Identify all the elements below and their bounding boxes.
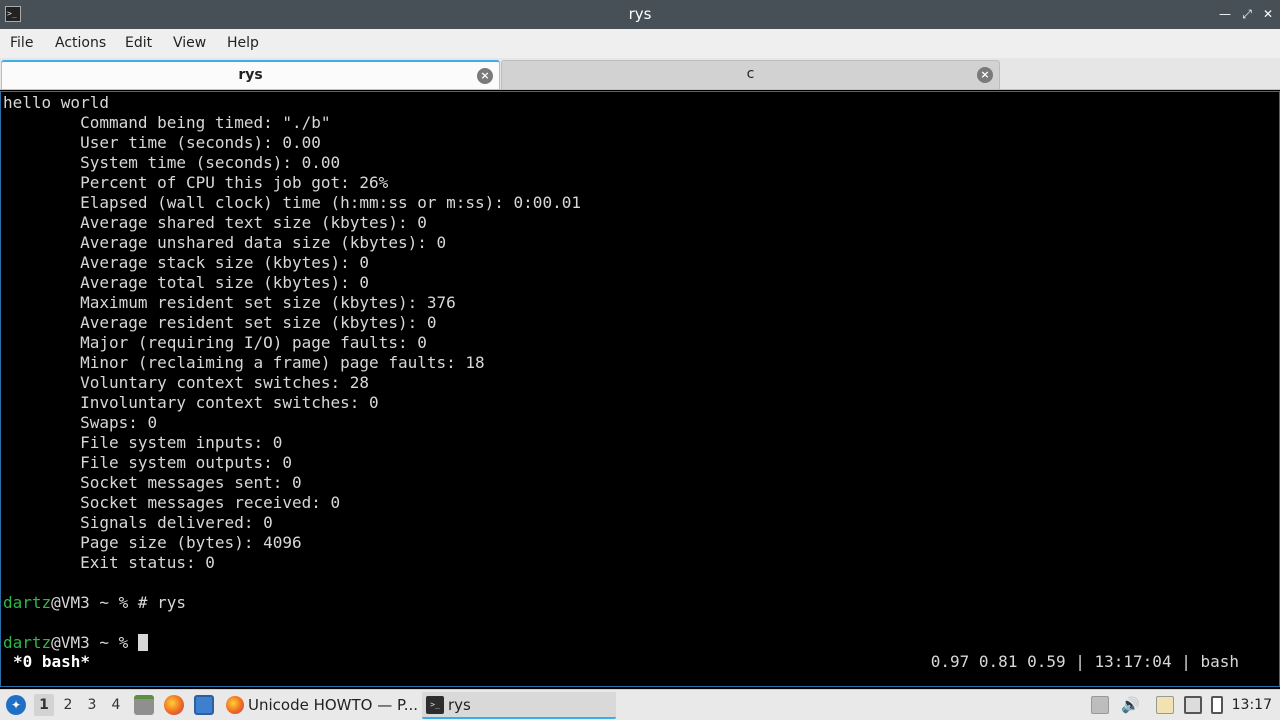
terminal-line: hello world [3, 93, 109, 112]
desktop-2[interactable]: 2 [58, 694, 78, 716]
status-load-clock: 0.97 0.81 0.59 | 13:17:04 | bash [930, 652, 1239, 671]
task-label: Unicode HOWTO — P... [248, 696, 419, 714]
desktop-1[interactable]: 1 [34, 694, 54, 716]
terminal-icon: >_ [426, 696, 444, 714]
text-cursor [137, 634, 148, 651]
task-label: rys [448, 696, 471, 714]
start-menu-icon[interactable]: ✦ [6, 695, 26, 715]
restore-icon[interactable]: ⤢ [1240, 7, 1254, 21]
window-title: rys [628, 5, 652, 23]
prompt-host: @VM3 ~ % [51, 633, 138, 652]
close-tab-icon[interactable]: × [477, 68, 493, 84]
terminal-line: Major (requiring I/O) page faults: 0 [3, 333, 427, 352]
close-icon[interactable]: ✕ [1261, 7, 1275, 21]
terminal-line: Involuntary context switches: 0 [3, 393, 379, 412]
tab-c[interactable]: c × [501, 60, 1000, 89]
prompt-line: dartz@VM3 ~ % [3, 633, 186, 653]
terminal-line: User time (seconds): 0.00 [3, 133, 321, 152]
menu-actions[interactable]: Actions [55, 29, 106, 58]
desktop-3[interactable]: 3 [82, 694, 102, 716]
taskbar-clock[interactable]: 13:17 [1232, 690, 1272, 720]
terminal-line: Exit status: 0 [3, 553, 215, 572]
network-icon[interactable] [1184, 696, 1202, 714]
file-manager-icon[interactable] [134, 695, 154, 715]
terminal-line: Average shared text size (kbytes): 0 [3, 213, 427, 232]
tab-label: c [746, 66, 755, 82]
tmux-status-line: *0 bash* 0.97 0.81 0.59 | 13:17:04 | bas… [1, 652, 1277, 672]
terminal-line: Average stack size (kbytes): 0 [3, 253, 370, 272]
terminal-line: Minor (reclaiming a frame) page faults: … [3, 353, 485, 372]
close-tab-icon[interactable]: × [977, 67, 993, 83]
window-titlebar[interactable]: >_ rys — ⤢ ✕ [0, 0, 1280, 29]
prompt-host: @VM3 ~ % [51, 593, 138, 612]
menu-bar: File Actions Edit View Help [0, 29, 1280, 58]
terminal-line: Socket messages sent: 0 [3, 473, 302, 492]
status-window-list: *0 bash* [13, 652, 91, 671]
terminal-output: hello world Command being timed: "./b" U… [3, 93, 581, 593]
terminal-line: Elapsed (wall clock) time (h:mm:ss or m:… [3, 193, 581, 212]
minimize-icon[interactable]: — [1218, 7, 1232, 21]
terminal-line: Socket messages received: 0 [3, 493, 341, 512]
terminal-line: Average unshared data size (kbytes): 0 [3, 233, 447, 252]
terminal-line: Signals delivered: 0 [3, 513, 273, 532]
terminal-view[interactable]: hello world Command being timed: "./b" U… [0, 91, 1280, 687]
volume-icon[interactable]: 🔊 [1121, 696, 1140, 714]
task-terminal[interactable]: >_ rys [422, 692, 616, 719]
terminal-line: Page size (bytes): 4096 [3, 533, 302, 552]
prompt-user: dartz [3, 633, 52, 652]
terminal-line: File system inputs: 0 [3, 433, 283, 452]
prompt-line: dartz@VM3 ~ % # rys [3, 593, 186, 613]
prompt-user: dartz [3, 593, 52, 612]
terminal-line: Maximum resident set size (kbytes): 376 [3, 293, 456, 312]
menu-file[interactable]: File [10, 29, 33, 58]
terminal-line: Command being timed: "./b" [3, 113, 331, 132]
terminal-line: Percent of CPU this job got: 26% [3, 173, 389, 192]
terminal-line: System time (seconds): 0.00 [3, 153, 341, 172]
menu-edit[interactable]: Edit [125, 29, 152, 58]
firefox-icon[interactable] [164, 695, 184, 715]
menu-view[interactable]: View [173, 29, 206, 58]
tab-rys[interactable]: rys × [1, 60, 500, 89]
terminal-line: Voluntary context switches: 28 [3, 373, 370, 392]
tab-label: rys [238, 67, 263, 83]
tray-up-icon[interactable] [1091, 696, 1109, 714]
tab-bar: rys × c × [0, 58, 1280, 90]
desktop-icon[interactable] [194, 695, 214, 715]
task-firefox[interactable]: Unicode HOWTO — P... [222, 692, 418, 719]
terminal-line: Swaps: 0 [3, 413, 158, 432]
terminal-line: Average resident set size (kbytes): 0 [3, 313, 437, 332]
terminal-line: File system outputs: 0 [3, 453, 292, 472]
menu-help[interactable]: Help [227, 29, 259, 58]
clipboard-icon[interactable] [1156, 696, 1174, 714]
desktop-4[interactable]: 4 [106, 694, 126, 716]
battery-icon[interactable] [1211, 696, 1223, 714]
firefox-icon [226, 696, 244, 714]
prompt-command: # rys [137, 593, 187, 612]
terminal-line: Average total size (kbytes): 0 [3, 273, 370, 292]
taskbar: ✦ 1 2 3 4 Unicode HOWTO — P... >_ rys 🔊 … [0, 689, 1280, 720]
